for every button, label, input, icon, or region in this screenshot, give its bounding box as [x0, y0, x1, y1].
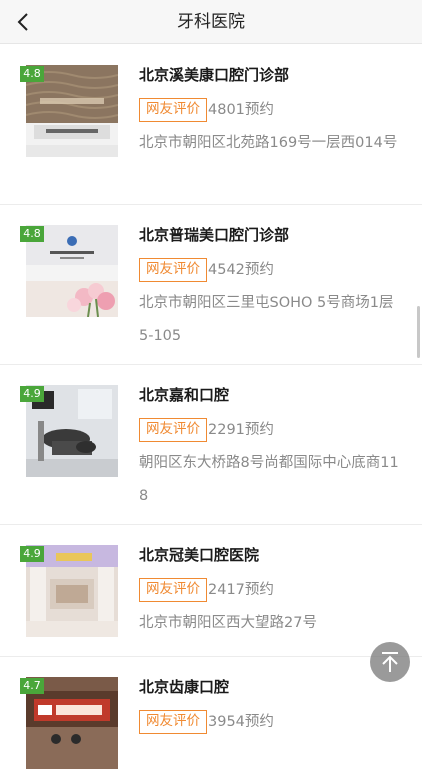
clinic-name: 北京冠美口腔医院 — [139, 546, 260, 564]
booking-count: 4542预约 — [208, 262, 274, 278]
page-title: 牙科医院 — [177, 12, 245, 32]
rating-badge: 4.7 — [20, 678, 44, 694]
list-item[interactable]: 4.9 北京嘉和口腔 网友评价 2291预约 朝阳区东大桥路8号尚都国际中心底商1… — [0, 365, 422, 525]
clinic-address: 北京市朝阳区北苑路169号一层西014号 — [139, 135, 398, 151]
review-row: 网友评价 4801预约 — [139, 98, 274, 122]
rating-badge: 4.9 — [20, 386, 44, 402]
scrollbar[interactable] — [417, 306, 420, 358]
booking-count: 2417预约 — [208, 582, 274, 598]
booking-count: 4801预约 — [208, 102, 274, 118]
review-row: 网友评价 4542预约 — [139, 258, 274, 282]
scroll-to-top-button[interactable] — [370, 642, 410, 682]
list-item[interactable]: 4.8 北京溪美康口腔门诊部 网友评价 4801预约 北京市朝阳区北苑路169号… — [0, 45, 422, 205]
list-item[interactable]: 4.7 北京齿康口腔 网友评价 3954预约 — [0, 657, 422, 777]
clinic-name: 北京嘉和口腔 — [139, 386, 230, 404]
review-tag[interactable]: 网友评价 — [139, 418, 207, 442]
review-tag[interactable]: 网友评价 — [139, 710, 207, 734]
arrow-up-to-top-icon — [382, 652, 398, 672]
review-row: 网友评价 2417预约 — [139, 578, 274, 602]
clinic-name: 北京普瑞美口腔门诊部 — [139, 226, 290, 244]
rating-badge: 4.8 — [20, 226, 44, 242]
rating-badge: 4.9 — [20, 546, 44, 562]
review-tag[interactable]: 网友评价 — [139, 578, 207, 602]
clinic-name: 北京齿康口腔 — [139, 678, 230, 696]
review-row: 网友评价 2291预约 — [139, 418, 274, 442]
booking-count: 3954预约 — [208, 714, 274, 730]
review-row: 网友评价 3954预约 — [139, 710, 274, 734]
review-tag[interactable]: 网友评价 — [139, 98, 207, 122]
list-item[interactable]: 4.9 北京冠美口腔医院 网友评价 2417预约 北京市朝阳区西大望路27号 — [0, 525, 422, 657]
clinic-address: 北京市朝阳区西大望路27号 — [139, 615, 317, 631]
booking-count: 2291预约 — [208, 422, 274, 438]
clinic-name: 北京溪美康口腔门诊部 — [139, 66, 290, 84]
clinic-address: 朝阳区东大桥路8号尚都国际中心底商118 — [139, 455, 399, 504]
clinic-address: 北京市朝阳区三里屯SOHO 5号商场1层5-105 — [139, 295, 394, 344]
review-tag[interactable]: 网友评价 — [139, 258, 207, 282]
rating-badge: 4.8 — [20, 66, 44, 82]
nav-bar: 牙科医院 — [0, 0, 422, 44]
list-item[interactable]: 4.8 北京普瑞美口腔门诊部 网友评价 4542预约 北京市朝阳区三里屯SOHO … — [0, 205, 422, 365]
